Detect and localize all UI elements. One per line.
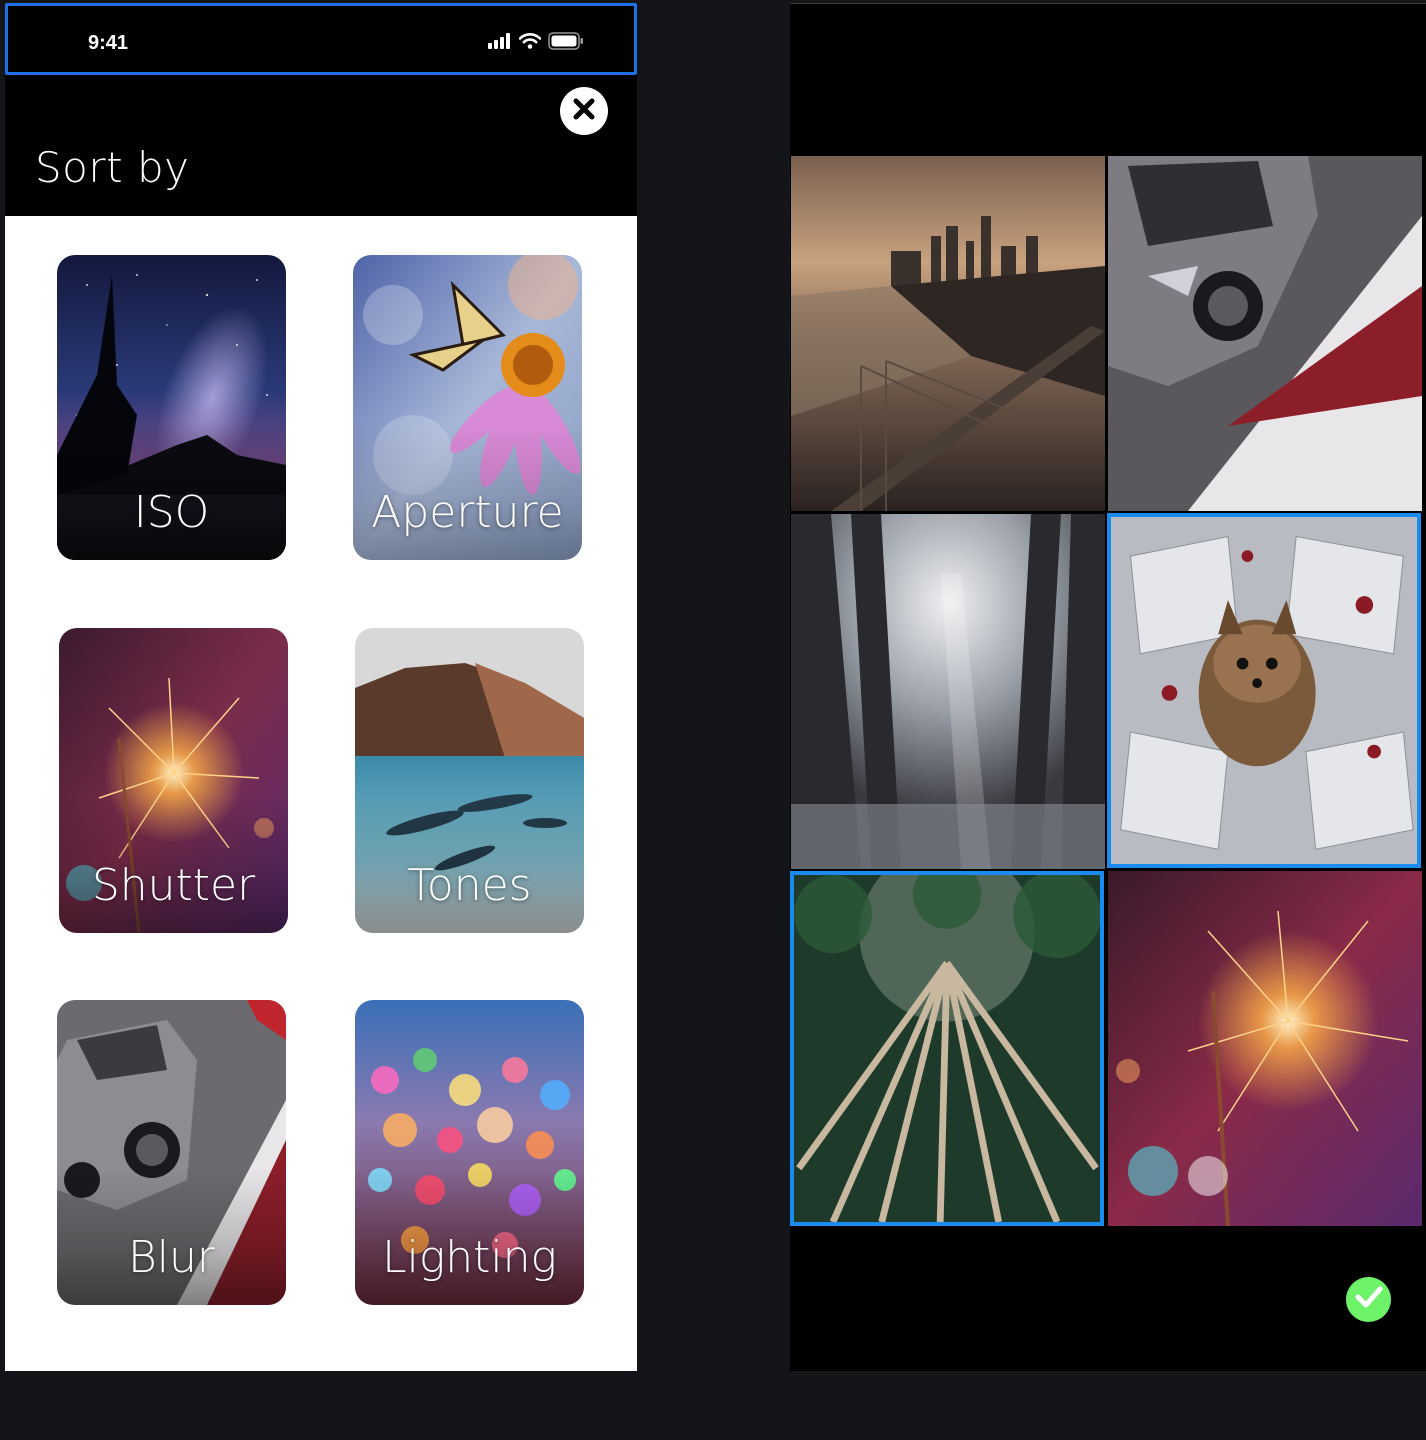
close-icon xyxy=(571,96,597,127)
photo-sparkler[interactable] xyxy=(1108,871,1422,1226)
photo-city-bridge[interactable] xyxy=(791,156,1105,511)
sort-option-label: ISO xyxy=(133,487,210,538)
photo-sports-car[interactable] xyxy=(1108,156,1422,511)
sort-option-aperture[interactable]: Aperture xyxy=(353,255,582,560)
sort-option-shutter[interactable]: Shutter xyxy=(59,628,288,933)
photo-snowy-forest[interactable] xyxy=(791,514,1105,869)
sheet-title: Sort by xyxy=(35,143,190,192)
photo-tall-trees[interactable] xyxy=(790,871,1104,1226)
sort-option-label: Tones xyxy=(407,860,532,911)
sort-option-lighting[interactable]: Lighting xyxy=(355,1000,584,1305)
sort-option-blur[interactable]: Blur xyxy=(57,1000,286,1305)
confirm-button[interactable] xyxy=(1346,1277,1391,1322)
status-bar: 9:41 xyxy=(5,3,637,75)
sort-option-tones[interactable]: Tones xyxy=(355,628,584,933)
sort-option-label: Blur xyxy=(127,1232,215,1283)
sort-option-label: Aperture xyxy=(371,487,564,538)
signal-icon xyxy=(488,32,512,54)
sort-option-iso[interactable]: ISO xyxy=(57,255,286,560)
sort-options-panel: ISO Aperture Shutter Tones Blur Lighting xyxy=(5,216,637,1371)
status-time: 9:41 xyxy=(88,32,129,54)
sort-option-label: Lighting xyxy=(382,1232,557,1283)
status-icons xyxy=(488,31,584,55)
wifi-icon xyxy=(518,32,542,54)
photo-dog-books[interactable] xyxy=(1107,513,1421,868)
close-button[interactable] xyxy=(560,87,608,135)
sort-option-label: Shutter xyxy=(91,860,256,911)
sort-screen: 9:41 Sort by ISO Aperture Shutter Tones … xyxy=(5,3,637,1371)
battery-icon xyxy=(548,31,584,55)
photo-picker-screen xyxy=(790,3,1426,1371)
checkmark-icon xyxy=(1355,1285,1383,1314)
